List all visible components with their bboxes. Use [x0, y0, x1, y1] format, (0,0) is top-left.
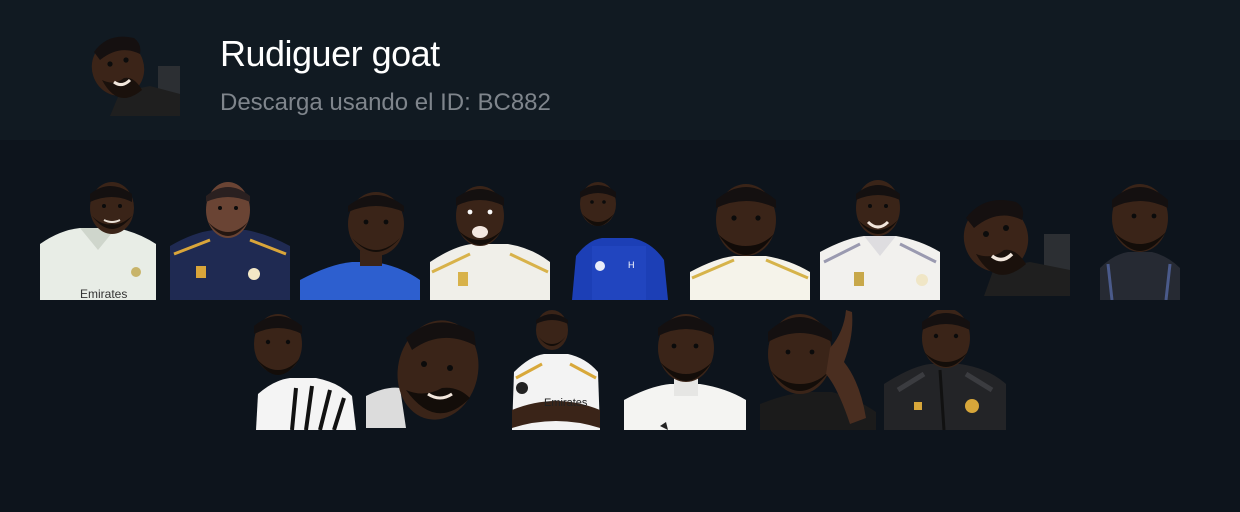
sticker-face-closeup-grin[interactable] — [366, 316, 482, 428]
shirt-sponsor-text: Emirates — [80, 287, 127, 300]
sticker-grid: Emirates H Emirates — [0, 140, 1240, 512]
sticker-chelsea-kit-small[interactable]: H — [572, 180, 668, 300]
sticker-training-top[interactable] — [624, 310, 746, 430]
pack-cover-image[interactable] — [80, 30, 180, 116]
sticker-suit-sideeye[interactable] — [1100, 180, 1180, 300]
shirt-sponsor-text: Emirates — [544, 397, 588, 409]
pack-title: Rudiguer goat — [220, 33, 440, 74]
sticker-navy-kit-smile[interactable] — [170, 180, 290, 300]
sticker-white-kit-closeup[interactable] — [690, 180, 810, 300]
sticker-arms-crossed[interactable]: Emirates — [512, 310, 600, 430]
sticker-white-kit-smile[interactable]: Emirates — [40, 180, 156, 300]
sticker-blue-kit-neutral[interactable] — [300, 180, 420, 300]
sticker-hand-ear[interactable] — [760, 308, 876, 430]
pack-header: Rudiguer goat Descarga usando el ID: BC8… — [0, 0, 1240, 140]
svg-text:H: H — [628, 260, 635, 270]
sticker-face-tilt[interactable] — [950, 192, 1070, 296]
pack-download-id: Descarga usando el ID: BC882 — [220, 89, 551, 116]
sticker-white-kit-laugh[interactable] — [820, 180, 940, 300]
sticker-stripes-kit[interactable] — [252, 310, 356, 430]
sticker-white-kit-shout[interactable] — [430, 184, 550, 300]
sticker-dark-jacket[interactable] — [884, 310, 1006, 430]
